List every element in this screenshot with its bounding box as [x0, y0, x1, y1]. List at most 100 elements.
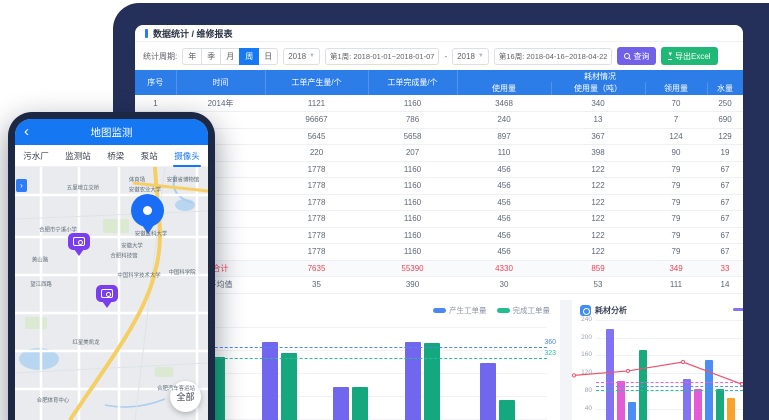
- table-row: 平均值35390305311114: [135, 277, 743, 294]
- period-option[interactable]: 月: [220, 48, 240, 65]
- bar-产生工单量: [405, 342, 421, 420]
- map-label: 体育场: [129, 175, 145, 183]
- phone-mockup: ‹ 地图监测 污水厂监测站桥梁泵站摄像头: [8, 112, 215, 420]
- chart-legend: 产生工单量完成工单量: [433, 305, 550, 316]
- table-cell: 1778: [265, 161, 368, 178]
- map-view[interactable]: › 全部 五里墩立交桥体育场安徽农业大学安徽省博物馆合肥市宁溪小学安徽医科大学安…: [15, 167, 208, 420]
- table-row: 177811604561227967: [135, 161, 743, 178]
- table-row: 177811604561227967: [135, 194, 743, 211]
- table-cell: 390: [368, 277, 457, 294]
- table-cell: 1160: [368, 178, 457, 195]
- table-cell: 1778: [265, 194, 368, 211]
- phone-tab-桥梁[interactable]: 桥梁: [106, 147, 125, 165]
- bar-产生工单量: [480, 363, 496, 420]
- charts-row: 产生工单量完成工单量 360323 耗材分析 2402001601208040: [135, 300, 743, 420]
- table-cell: 1160: [368, 227, 457, 244]
- year-to-value: 2018: [457, 52, 475, 61]
- camera-marker[interactable]: [67, 233, 91, 261]
- chevron-down-icon: ▼: [309, 53, 315, 59]
- table-cell: 79: [645, 211, 707, 228]
- bar-产生工单量: [333, 387, 349, 420]
- map-label: 五里墩立交桥: [67, 183, 99, 191]
- table-cell: 456: [457, 211, 551, 228]
- phone-tab-bar: 污水厂监测站桥梁泵站摄像头: [15, 145, 208, 167]
- camera-marker-body: [68, 233, 90, 250]
- table-cell: 1778: [265, 244, 368, 261]
- table-cell: 690: [707, 112, 743, 129]
- query-button[interactable]: 查询: [617, 47, 656, 65]
- period-option[interactable]: 日: [258, 48, 278, 65]
- table-cell: 67: [707, 227, 743, 244]
- period-option[interactable]: 年: [182, 48, 202, 65]
- table-cell: 122: [551, 227, 645, 244]
- period-option[interactable]: 季: [201, 48, 221, 65]
- table-cell: 129: [707, 128, 743, 145]
- back-icon[interactable]: ‹: [24, 120, 29, 144]
- table-row: 12014年11211160346834070250: [135, 95, 743, 112]
- legend-swatch: [433, 308, 446, 313]
- period-label: 统计周期:: [143, 51, 177, 62]
- table-cell: 13: [551, 112, 645, 129]
- table-cell: 122: [551, 244, 645, 261]
- legend-swatch: [497, 308, 510, 313]
- table-cell: 7: [645, 112, 707, 129]
- phone-tab-泵站[interactable]: 泵站: [140, 147, 159, 165]
- table-cell: 4330: [457, 260, 551, 277]
- table-row: 177811604561227967: [135, 211, 743, 228]
- period-option[interactable]: 周: [239, 48, 259, 65]
- phone-tab-污水厂[interactable]: 污水厂: [22, 147, 50, 165]
- week-to-field[interactable]: 第16周: 2018-04-16~2018-04-22: [494, 48, 613, 65]
- phone-tab-监测站[interactable]: 监测站: [64, 147, 92, 165]
- chart-divider: [560, 300, 572, 420]
- table-cell: 1121: [265, 95, 368, 112]
- legend-item[interactable]: 产生工单量: [433, 305, 487, 316]
- table-cell: 240: [457, 112, 551, 129]
- search-icon: [624, 53, 630, 59]
- export-excel-button[interactable]: ▾ 导出Excel: [661, 47, 717, 65]
- table-cell: 1160: [368, 211, 457, 228]
- table-cell: 220: [265, 145, 368, 162]
- table-cell: 33: [707, 260, 743, 277]
- map-label: 中国科学院: [169, 267, 196, 275]
- map-label: 安徽大学: [121, 241, 143, 249]
- table-cell: 67: [707, 194, 743, 211]
- chevron-down-icon: ▼: [478, 53, 484, 59]
- table-cell: 79: [645, 194, 707, 211]
- app-panel: 数据统计 / 维修报表 统计周期: 年季月周日 2018 ▼ 第1周: 2018…: [135, 25, 743, 420]
- year-from-value: 2018: [288, 52, 306, 61]
- table-row: 177811604561227967: [135, 227, 743, 244]
- week-from-field[interactable]: 第1周: 2018-01-01~2018-01-07: [325, 48, 439, 65]
- table-cell: 79: [645, 227, 707, 244]
- map-label: 安徽医科大学: [135, 229, 167, 237]
- map-label: 望江西路: [30, 279, 52, 287]
- phone-navbar: ‹ 地图监测: [15, 119, 208, 145]
- camera-marker-body: [96, 285, 118, 302]
- year-to-select[interactable]: 2018 ▼: [452, 48, 489, 65]
- table-cell: 110: [457, 145, 551, 162]
- phone-tab-摄像头[interactable]: 摄像头: [173, 147, 201, 165]
- table-cell: 456: [457, 244, 551, 261]
- table-cell: 1160: [368, 244, 457, 261]
- filter-toolbar: 统计周期: 年季月周日 2018 ▼ 第1周: 2018-01-01~2018-…: [135, 42, 743, 70]
- bar-产生工单量: [262, 342, 278, 420]
- legend-item[interactable]: 完成工单量: [497, 305, 551, 316]
- column-header: 序号: [135, 70, 176, 95]
- table-cell: 5658: [368, 128, 457, 145]
- camera-icon: [101, 289, 113, 298]
- map-expand-button[interactable]: ›: [16, 179, 27, 192]
- table-cell: 30: [457, 277, 551, 294]
- table-cell: 786: [368, 112, 457, 129]
- sub-column-header: 领用量: [645, 82, 707, 95]
- bar-完成工单量: [352, 387, 368, 420]
- table-cell: 2014年: [176, 95, 265, 112]
- year-from-select[interactable]: 2018 ▼: [283, 48, 320, 65]
- table-cell: 3468: [457, 95, 551, 112]
- table-row: 96667786240137690: [135, 112, 743, 129]
- table-cell: 1: [135, 95, 176, 112]
- period-segmented-control: 年季月周日: [182, 48, 278, 65]
- column-header: 工单完成量/个: [368, 70, 457, 95]
- table-row: 177811604561227967: [135, 178, 743, 195]
- camera-marker[interactable]: [95, 285, 119, 313]
- bar-完成工单量: [424, 343, 440, 420]
- breadcrumb-accent-bar: [145, 29, 148, 38]
